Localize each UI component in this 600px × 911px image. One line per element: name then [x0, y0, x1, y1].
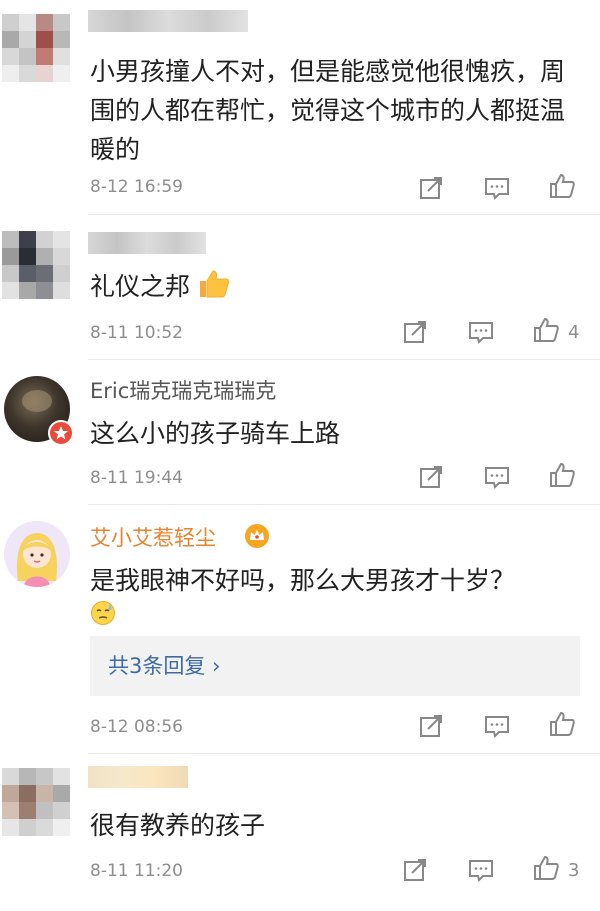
comment-text: 小男孩撞人不对，但是能感觉他很愧疚，周围的人都在帮忙，觉得这个城市的人都挺温暖的	[90, 57, 566, 164]
comment-text: 礼仪之邦	[90, 267, 230, 310]
timestamp: 8-11 19:44	[90, 468, 183, 488]
repost-icon[interactable]	[401, 318, 429, 346]
avatar[interactable]	[4, 521, 70, 587]
comment-item: 艾小艾惹轻尘 是我眼神不好吗，那么大男孩才十岁？ 共3条回复 › 8-12 08…	[0, 505, 600, 753]
timestamp: 8-11 11:20	[90, 861, 183, 881]
comment-item: Eric瑞克瑞克瑞瑞克 这么小的孩子骑车上路 8-11 19:44	[0, 360, 600, 504]
avatar[interactable]	[2, 14, 70, 82]
avatar-blurred	[2, 14, 70, 82]
username[interactable]: 艾小艾惹轻尘	[90, 525, 216, 551]
avatar[interactable]	[2, 231, 70, 299]
comment-icon[interactable]	[467, 856, 495, 884]
comment-icon[interactable]	[483, 463, 511, 491]
view-replies-link[interactable]: 共3条回复 ›	[108, 654, 220, 678]
timestamp: 8-12 08:56	[90, 717, 183, 737]
thumbs-up-icon[interactable]	[548, 710, 576, 738]
comment-icon[interactable]	[483, 174, 511, 202]
avatar-blurred	[2, 768, 70, 836]
comment-text: 这么小的孩子骑车上路	[90, 419, 341, 448]
username-blurred[interactable]	[88, 10, 248, 32]
comment-feed: 小男孩撞人不对，但是能感觉他很愧疚，周围的人都在帮忙，觉得这个城市的人都挺温暖的…	[0, 0, 600, 911]
avatar-blurred	[2, 231, 70, 299]
comment-item: 小男孩撞人不对，但是能感觉他很愧疚，周围的人都在帮忙，觉得这个城市的人都挺温暖的…	[0, 0, 600, 214]
comment-icon[interactable]	[467, 318, 495, 346]
like-count: 3	[568, 860, 580, 881]
username[interactable]: Eric瑞克瑞克瑞瑞克	[90, 378, 276, 404]
sweat-face-emoji	[90, 600, 116, 630]
comment-item: 很有教养的孩子 8-11 11:20 3	[0, 754, 600, 911]
comment-text: 是我眼神不好吗，那么大男孩才十岁？	[90, 566, 516, 595]
thumbs-up-emoji	[198, 269, 230, 310]
cartoon-girl-avatar-icon	[16, 533, 58, 587]
timestamp: 8-11 10:52	[90, 323, 183, 343]
like-count: 4	[568, 322, 580, 343]
thumbs-up-icon[interactable]	[548, 461, 576, 489]
verified-badge-icon	[48, 420, 74, 446]
thumbs-up-icon[interactable]	[532, 316, 560, 344]
repost-icon[interactable]	[417, 712, 445, 740]
timestamp: 8-12 16:59	[90, 177, 183, 197]
reply-summary-box[interactable]: 共3条回复 ›	[90, 636, 580, 696]
comment-text: 很有教养的孩子	[90, 811, 266, 840]
crown-badge-icon	[244, 523, 270, 549]
comment-text-content: 礼仪之邦	[90, 272, 191, 301]
thumbs-up-icon[interactable]	[548, 172, 576, 200]
avatar[interactable]	[2, 768, 70, 836]
avatar-photo-detail	[22, 390, 52, 412]
username-blurred[interactable]	[88, 232, 206, 254]
username-blurred[interactable]	[88, 766, 188, 788]
repost-icon[interactable]	[417, 463, 445, 491]
avatar[interactable]	[4, 376, 74, 446]
comment-icon[interactable]	[483, 712, 511, 740]
repost-icon[interactable]	[417, 174, 445, 202]
repost-icon[interactable]	[401, 856, 429, 884]
comment-item: 礼仪之邦 8-11 10:52 4	[0, 215, 600, 359]
thumbs-up-icon[interactable]	[532, 854, 560, 882]
